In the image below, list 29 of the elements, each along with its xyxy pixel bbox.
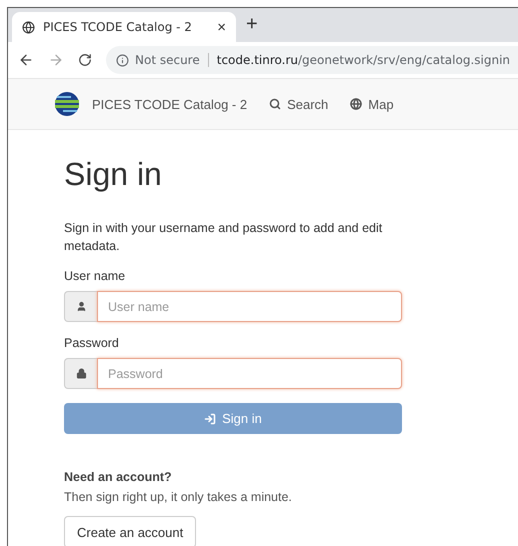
input-field[interactable]: Password (97, 358, 402, 389)
nav-link[interactable]: Map (350, 96, 394, 112)
intro-text: Sign in with your username and password to add and edit metadata. (64, 220, 384, 255)
login-icon (204, 412, 216, 424)
field-label: User name (64, 269, 126, 283)
back-icon[interactable] (18, 52, 34, 68)
create-account-button[interactable]: Create an account (64, 516, 196, 546)
browser-tab[interactable]: PICES TCODE Catalog - 2 × (12, 12, 236, 42)
account-text: Then sign right up, it only takes a minute. (64, 490, 293, 504)
brand-name: PICES TCODE Catalog - 2 (92, 96, 248, 112)
new-tab-button[interactable]: + (246, 13, 258, 36)
user-icon (76, 301, 86, 312)
tab-title: PICES TCODE Catalog - 2 (43, 20, 193, 34)
nav-link[interactable]: Search (269, 96, 328, 112)
globe-icon (350, 98, 362, 110)
field-label: Password (64, 336, 120, 350)
page-title: Sign in (64, 156, 163, 193)
reload-icon[interactable] (78, 53, 92, 67)
url-text: tcode.tinro.ru/geonetwork/srv/eng/catalog.signin (216, 53, 510, 67)
lock-icon (76, 368, 86, 379)
address-bar[interactable]: Not secure tcode.tinro.ru/geonetwork/srv/eng/catalog.signin (106, 46, 518, 74)
globe-icon (22, 20, 35, 34)
logo-icon (54, 91, 80, 117)
search-icon (269, 98, 282, 110)
close-tab-button[interactable]: × (217, 18, 226, 36)
security-label: Not secure (135, 53, 200, 67)
info-icon (116, 54, 129, 66)
account-heading: Need an account? (64, 470, 173, 484)
input-field[interactable]: User name (97, 291, 402, 322)
